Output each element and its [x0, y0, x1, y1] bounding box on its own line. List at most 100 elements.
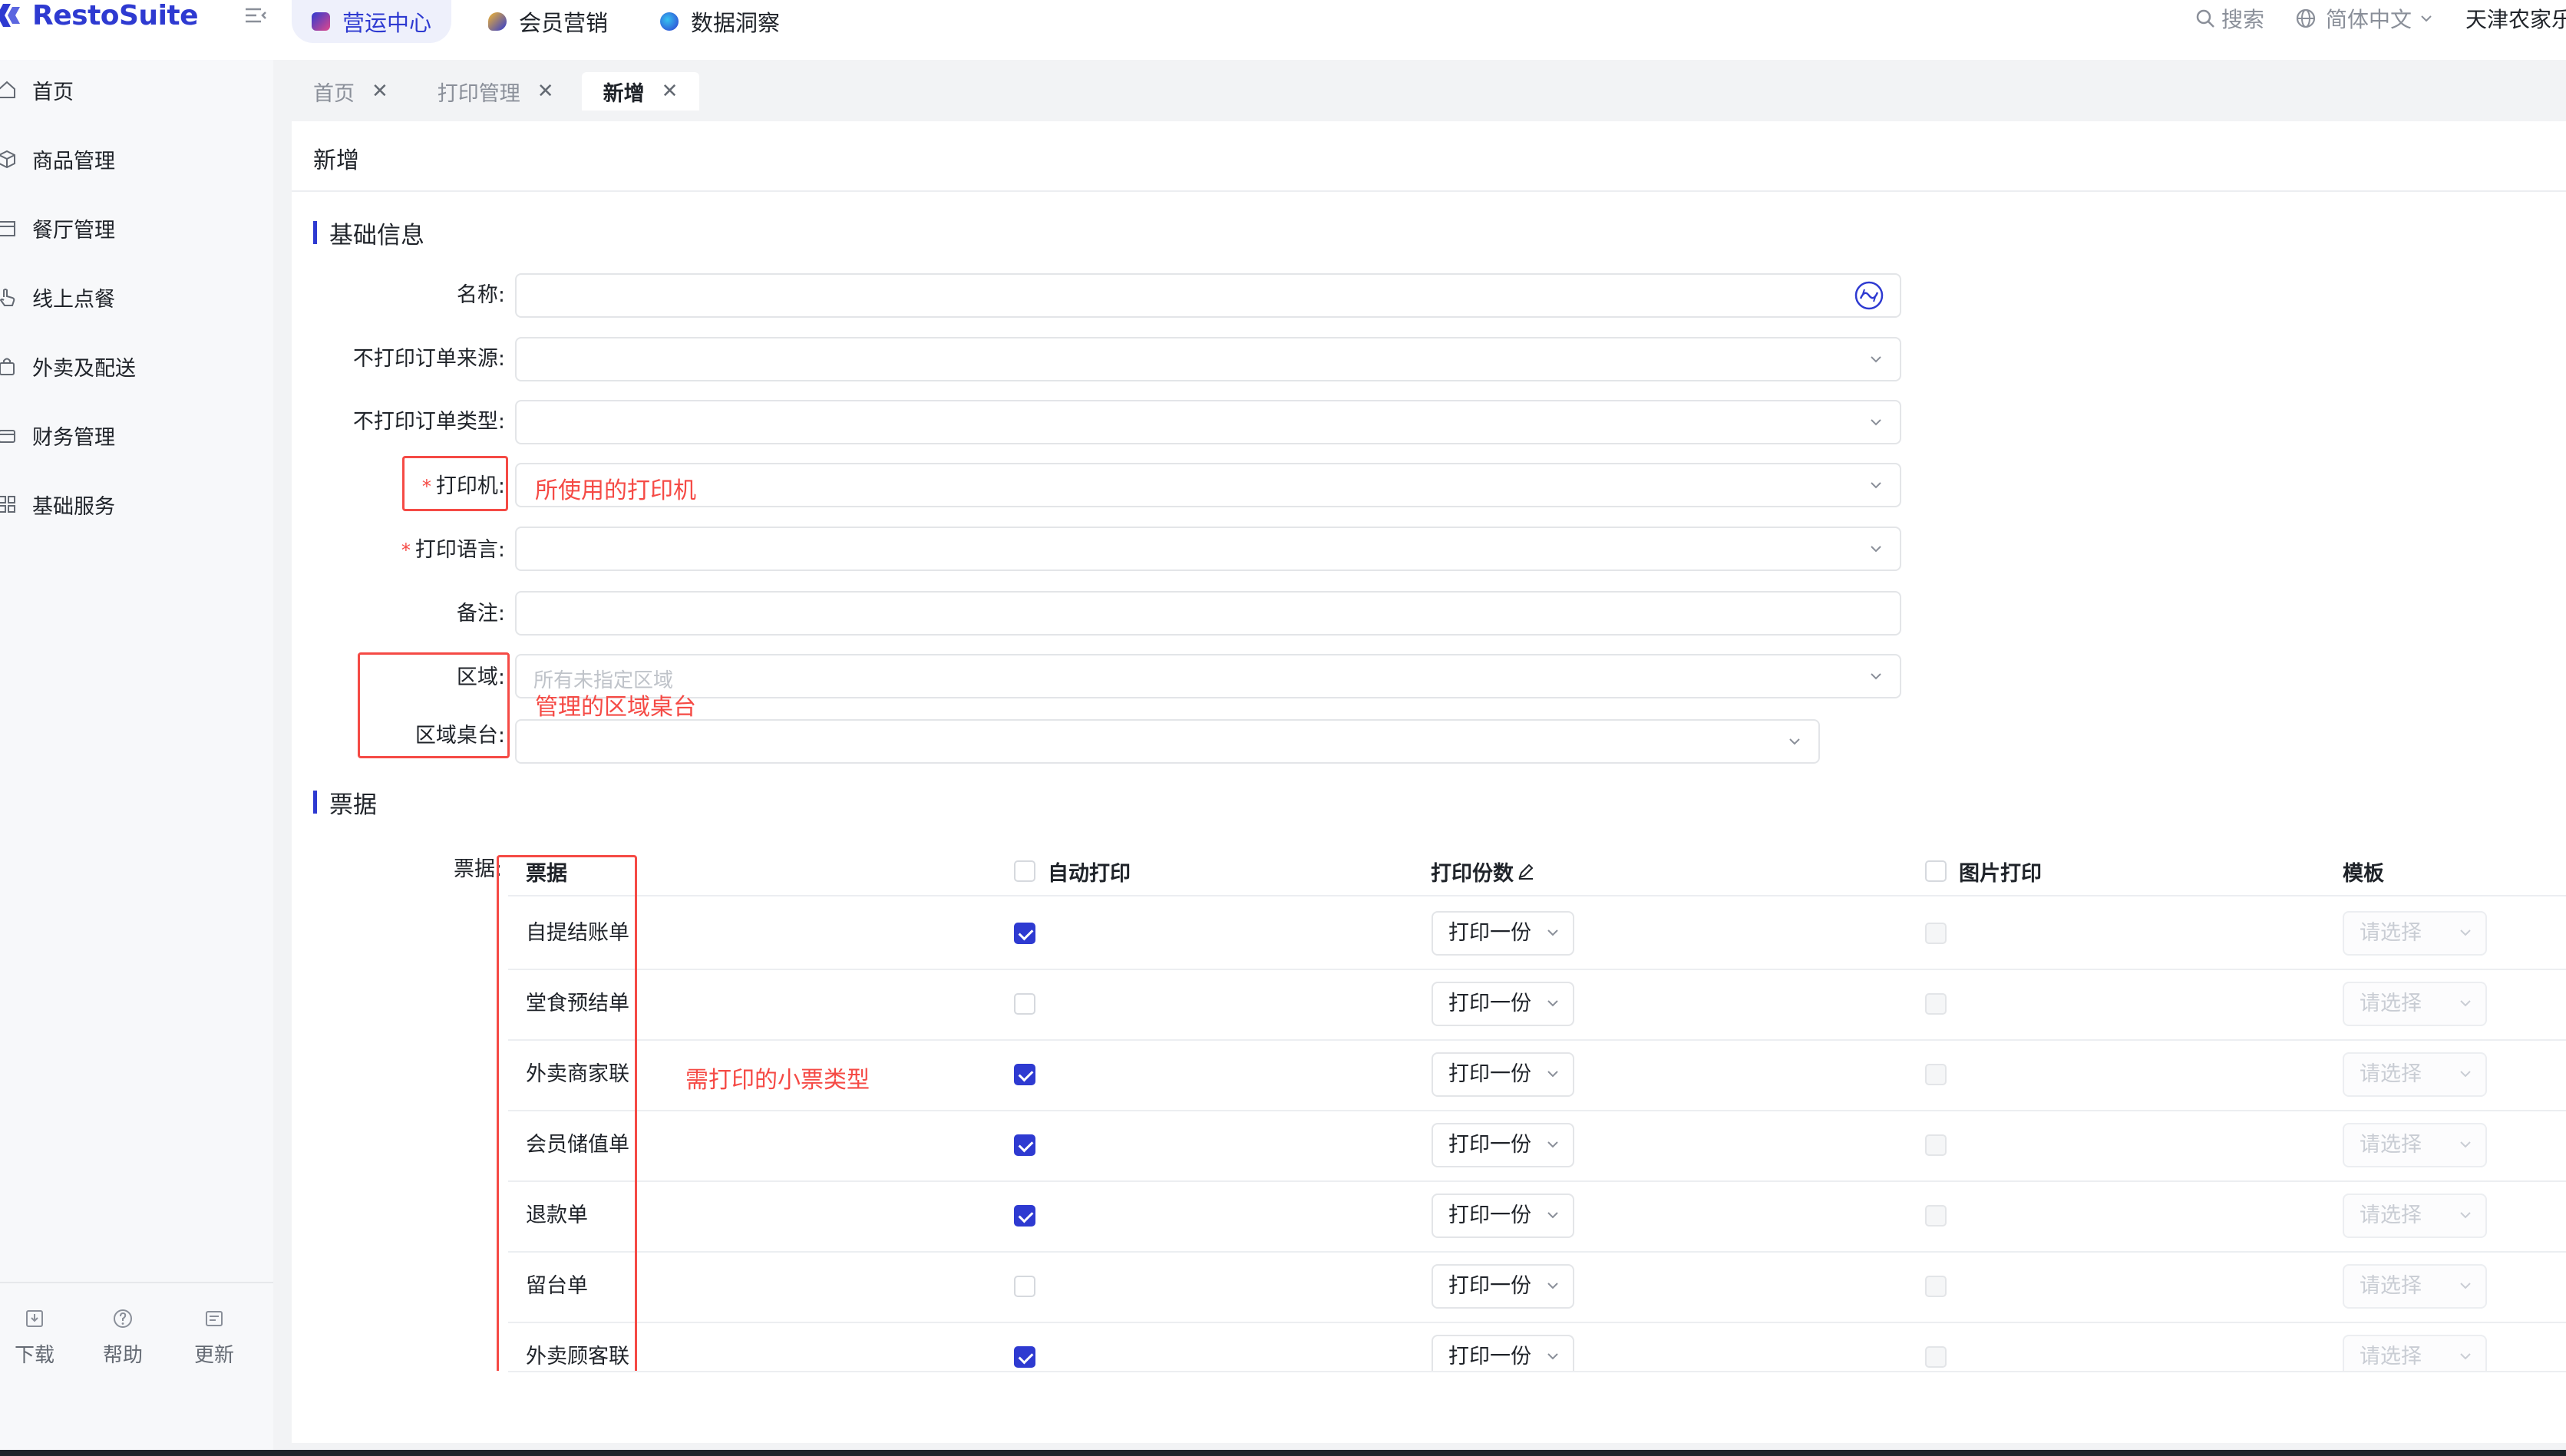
page-tab-label: 首页	[313, 81, 355, 106]
remark-input[interactable]	[515, 591, 1901, 636]
ticket-highlight-box	[497, 855, 637, 1389]
sidebar-item-restaurant[interactable]: 餐厅管理	[0, 209, 115, 247]
print-language-select[interactable]	[515, 527, 1901, 571]
select-all-image-print-checkbox[interactable]	[1925, 860, 1947, 882]
chevron-down-icon	[2460, 1000, 2471, 1007]
chevron-down-icon	[1547, 1000, 1558, 1007]
sidebar-item-basic-services[interactable]: 基础服务	[0, 485, 115, 523]
template-select[interactable]: 请选择	[2343, 982, 2487, 1026]
sidebar-item-products[interactable]: 商品管理	[0, 140, 115, 178]
required-mark: *	[401, 540, 411, 561]
page-tab-print-management[interactable]: 打印管理 ✕	[415, 72, 576, 111]
store-selector[interactable]: 天津农家乐	[2465, 3, 2566, 34]
chevron-down-icon	[1789, 738, 1800, 745]
template-select[interactable]: 请选择	[2343, 1194, 2487, 1238]
template-select[interactable]: 请选择	[2343, 1052, 2487, 1097]
sidebar-item-online-order[interactable]: 线上点餐	[0, 278, 115, 316]
sidebar-update[interactable]: 更新	[180, 1309, 249, 1368]
bag-icon	[0, 358, 15, 375]
template-select[interactable]: 请选择	[2343, 1264, 2487, 1309]
topnav-tab-member[interactable]: 会员营销	[468, 0, 628, 43]
no-print-source-select[interactable]	[515, 337, 1901, 381]
topnav-tab-operations[interactable]: 营运中心	[292, 0, 452, 43]
grid-icon	[0, 496, 15, 513]
area-annotation: 管理的区域桌台	[535, 694, 696, 721]
auto-print-checkbox[interactable]	[1014, 923, 1035, 944]
sidebar-item-delivery[interactable]: 外卖及配送	[0, 347, 136, 385]
panel-divider	[292, 190, 2566, 192]
page-tab-home[interactable]: 首页 ✕	[292, 72, 410, 111]
column-header-image-print: 图片打印	[1925, 856, 2042, 886]
topnav-tab-label: 数据洞察	[691, 10, 781, 36]
auto-print-checkbox[interactable]	[1014, 1134, 1035, 1156]
sidebar-download[interactable]: 下载	[0, 1309, 69, 1368]
auto-print-checkbox[interactable]	[1014, 1064, 1035, 1085]
global-search[interactable]: 搜索	[2195, 3, 2264, 34]
table-row-divider	[508, 1322, 2566, 1323]
sidebar-divider	[0, 1282, 273, 1283]
copies-select[interactable]: 打印一份	[1432, 1264, 1574, 1309]
name-input[interactable]	[515, 273, 1901, 318]
auto-print-checkbox[interactable]	[1014, 993, 1035, 1015]
language-label: 简体中文	[2326, 7, 2412, 32]
chevron-down-icon	[2460, 1212, 2471, 1219]
sidebar-item-label: 餐厅管理	[32, 218, 115, 243]
sidebar-item-label: 首页	[32, 80, 74, 104]
copies-select[interactable]: 打印一份	[1432, 1123, 1574, 1167]
translate-icon[interactable]	[1854, 280, 1884, 311]
sidebar-item-home[interactable]: 首页	[0, 71, 74, 109]
update-icon	[206, 1311, 223, 1326]
chevron-down-icon	[2460, 1353, 2471, 1360]
close-icon[interactable]: ✕	[537, 80, 554, 103]
ticket-annotation: 需打印的小票类型	[685, 1067, 870, 1094]
edit-icon[interactable]	[1517, 862, 1535, 880]
box-icon	[0, 150, 15, 169]
section-title-tickets: 票据	[313, 788, 377, 819]
page-title: 新增	[313, 147, 359, 174]
operations-icon	[312, 12, 330, 31]
select-all-auto-print-checkbox[interactable]	[1014, 860, 1035, 882]
no-print-type-select[interactable]	[515, 400, 1901, 444]
page-tab-label: 新增	[603, 81, 645, 106]
language-switcher[interactable]: 简体中文	[2295, 3, 2433, 34]
printer-select[interactable]	[515, 463, 1901, 507]
chevron-down-icon	[2421, 15, 2432, 22]
search-icon	[2196, 9, 2214, 28]
copies-select[interactable]: 打印一份	[1432, 1194, 1574, 1238]
template-select[interactable]: 请选择	[2343, 1123, 2487, 1167]
template-select[interactable]: 请选择	[2343, 911, 2487, 956]
close-icon[interactable]: ✕	[662, 80, 679, 103]
close-icon[interactable]: ✕	[372, 80, 388, 103]
image-print-checkbox[interactable]	[1925, 993, 1947, 1015]
auto-print-checkbox[interactable]	[1014, 1346, 1035, 1368]
auto-print-checkbox[interactable]	[1014, 1276, 1035, 1297]
brand-logo[interactable]: RestoSuite	[0, 0, 199, 31]
sidebar-help[interactable]: 帮助	[88, 1309, 157, 1368]
topnav-tab-insight[interactable]: 数据洞察	[640, 0, 800, 43]
copies-select[interactable]: 打印一份	[1432, 911, 1574, 956]
search-label: 搜索	[2221, 7, 2265, 32]
chevron-down-icon	[2460, 1071, 2471, 1078]
image-print-checkbox[interactable]	[1925, 1346, 1947, 1368]
column-header-copies: 打印份数	[1431, 856, 1535, 886]
area-select[interactable]: 所有未指定区域	[515, 654, 1901, 698]
sidebar-item-label: 商品管理	[32, 149, 115, 173]
copies-select[interactable]: 打印一份	[1432, 1052, 1574, 1097]
collapse-sidebar-icon[interactable]	[244, 5, 269, 26]
sidebar-bottom-label: 更新	[193, 1344, 234, 1367]
sidebar-item-finance[interactable]: 财务管理	[0, 416, 115, 454]
remark-label: 备注:	[456, 602, 505, 626]
image-print-checkbox[interactable]	[1925, 923, 1947, 944]
page-tab-new[interactable]: 新增 ✕	[581, 72, 700, 111]
auto-print-checkbox[interactable]	[1014, 1205, 1035, 1227]
image-print-checkbox[interactable]	[1925, 1205, 1947, 1227]
copies-select[interactable]: 打印一份	[1432, 982, 1574, 1026]
image-print-checkbox[interactable]	[1925, 1064, 1947, 1085]
area-table-select[interactable]	[515, 719, 1820, 764]
section-title-text: 票据	[329, 791, 377, 819]
table-bottom-line	[508, 1371, 2566, 1372]
chevron-down-icon	[1871, 356, 1881, 363]
image-print-checkbox[interactable]	[1925, 1276, 1947, 1297]
column-header-auto-print: 自动打印	[1014, 856, 1131, 886]
image-print-checkbox[interactable]	[1925, 1134, 1947, 1156]
